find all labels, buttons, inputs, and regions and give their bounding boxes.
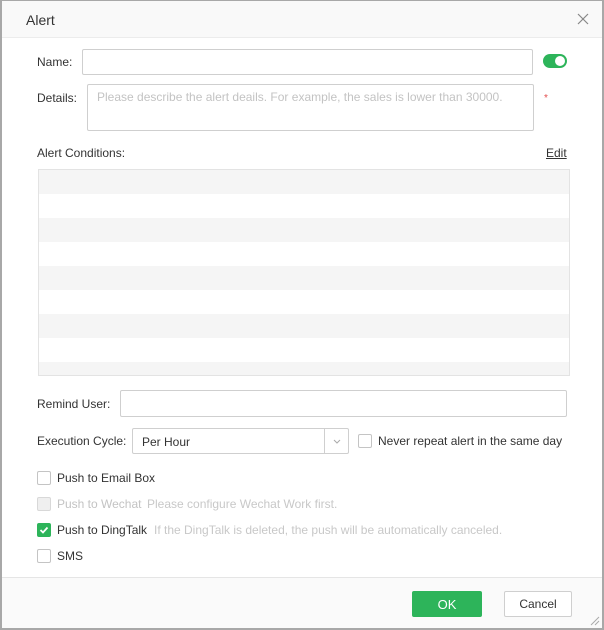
edit-conditions-link[interactable]: Edit [546,146,567,160]
never-repeat-checkbox[interactable] [358,434,372,448]
details-textarea[interactable]: Please describe the alert deails. For ex… [87,84,534,131]
push-hint: Please configure Wechat Work first. [147,497,338,511]
push-label: Push to Email Box [57,471,156,485]
push-checkbox[interactable] [37,471,51,485]
name-label: Name: [37,55,73,69]
condition-row [39,242,569,266]
push-label: Push to DingTalk [57,523,148,537]
alert-conditions-table [38,169,570,376]
dialog-header: Alert [2,1,602,38]
condition-row [39,266,569,290]
condition-row [39,170,569,194]
resize-handle-icon[interactable] [588,614,600,626]
remind-user-label: Remind User: [37,397,111,411]
condition-row [39,362,569,375]
condition-row [39,218,569,242]
details-placeholder: Please describe the alert deails. For ex… [97,90,503,104]
push-label: Push to Wechat [57,497,142,511]
toggle-knob [555,56,565,66]
push-checkbox [37,497,51,511]
alert-conditions-label: Alert Conditions: [37,146,126,160]
condition-row [39,314,569,338]
condition-row [39,290,569,314]
dialog-footer: OK Cancel [2,577,602,628]
push-checkbox[interactable] [37,523,51,537]
execution-cycle-value: Per Hour [142,435,191,449]
details-label: Details: [37,91,78,105]
enable-toggle[interactable] [543,54,567,68]
required-mark: * [544,93,548,104]
chevron-down-icon[interactable] [324,429,348,453]
cancel-button[interactable]: Cancel [504,591,572,617]
execution-cycle-label: Execution Cycle: [37,434,127,448]
push-label: SMS [57,549,84,563]
ok-button[interactable]: OK [412,591,482,617]
dialog-title: Alert [26,12,55,28]
push-checkbox[interactable] [37,549,51,563]
condition-row [39,194,569,218]
execution-cycle-select[interactable]: Per Hour [132,428,349,454]
close-icon[interactable] [576,12,590,26]
alert-dialog: Alert Name: Details: Please describe the… [2,1,602,628]
never-repeat-label: Never repeat alert in the same day [378,434,563,448]
checkmark-icon [39,526,49,534]
push-hint: If the DingTalk is deleted, the push wil… [154,523,503,537]
condition-row [39,338,569,362]
name-input[interactable] [82,49,533,75]
remind-user-input[interactable] [120,390,567,417]
